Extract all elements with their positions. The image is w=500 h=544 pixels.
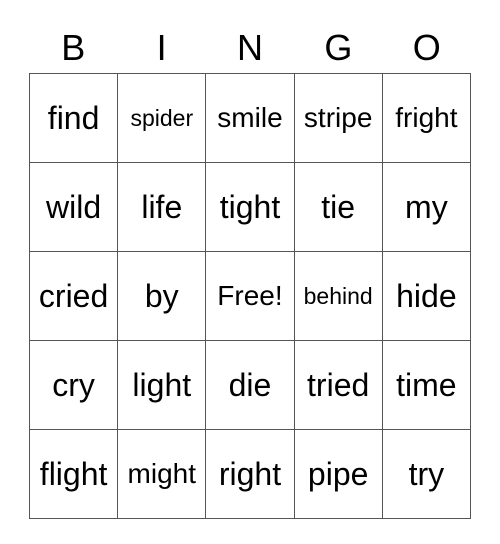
bingo-cell: stripe (293, 73, 383, 163)
bingo-cell: behind (293, 251, 383, 341)
bingo-cell: my (381, 162, 472, 252)
bingo-cell: time (381, 340, 472, 430)
bingo-cell: life (117, 162, 207, 252)
grid-row: flight might right pipe try (28, 429, 472, 519)
bingo-cell: tight (205, 162, 295, 252)
bingo-cell: by (117, 251, 207, 341)
grid-row: find spider smile stripe fright (28, 73, 472, 163)
bingo-cell: spider (117, 73, 207, 163)
bingo-grid: find spider smile stripe fright wild lif… (28, 73, 472, 519)
bingo-header: B I N G O (29, 28, 471, 68)
bingo-cell: cried (28, 251, 119, 341)
bingo-cell: tried (293, 340, 383, 430)
bingo-cell: cry (28, 340, 119, 430)
bingo-cell: smile (205, 73, 295, 163)
bingo-cell: try (381, 429, 472, 519)
bingo-cell: tie (293, 162, 383, 252)
bingo-cell: flight (28, 429, 119, 519)
header-letter-o: O (412, 27, 441, 68)
bingo-cell: right (205, 429, 295, 519)
bingo-cell: hide (381, 251, 472, 341)
header-letter-i: I (156, 27, 167, 68)
header-letter-n: N (236, 27, 263, 68)
bingo-cell: might (117, 429, 207, 519)
bingo-cell: wild (28, 162, 119, 252)
grid-row: cried by Free! behind hide (28, 251, 472, 341)
header-letter-b: B (61, 27, 86, 68)
bingo-cell: light (117, 340, 207, 430)
bingo-cell: pipe (293, 429, 383, 519)
grid-row: wild life tight tie my (28, 162, 472, 252)
header-letter-g: G (324, 27, 353, 68)
grid-row: cry light die tried time (28, 340, 472, 430)
bingo-cell: fright (381, 73, 472, 163)
free-cell: Free! (205, 251, 295, 341)
bingo-cell: find (28, 73, 119, 163)
bingo-cell: die (205, 340, 295, 430)
